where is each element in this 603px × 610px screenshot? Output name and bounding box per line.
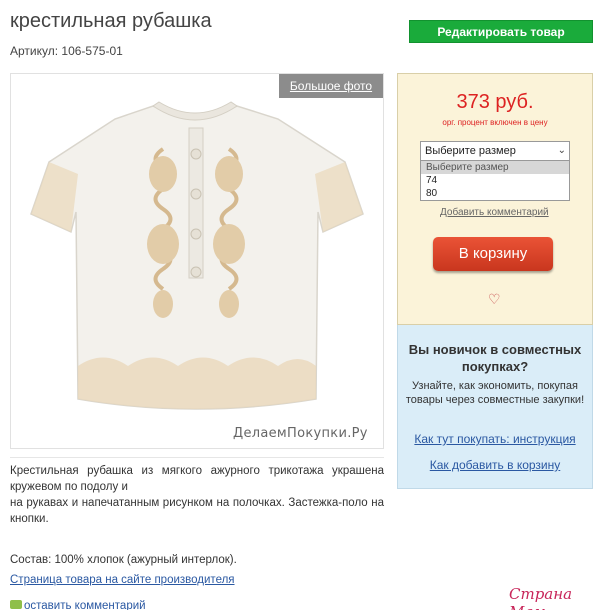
composition: Состав: 100% хлопок (ажурный интерлок).	[10, 554, 237, 566]
newbie-info-box: Вы новичок в совместных покупках? Узнайт…	[397, 325, 593, 489]
add-to-cart-help-link[interactable]: Как добавить в корзину	[398, 458, 592, 472]
size-select[interactable]: Выберите размер ⌄	[420, 141, 570, 161]
size-options-list: Выберите размер 74 80	[420, 161, 570, 201]
price-note: орг. процент включен в цену	[442, 118, 548, 127]
page-title: крестильная рубашка	[10, 10, 212, 32]
edit-product-button[interactable]: Редактировать товар	[409, 20, 593, 43]
size-select-value: Выберите размер	[425, 145, 516, 157]
leave-comment-link[interactable]: оставить комментарий	[10, 600, 146, 610]
price: 373 руб.	[456, 91, 534, 113]
price-box: 373 руб. орг. процент включен в цену Выб…	[397, 73, 593, 325]
size-option[interactable]: 80	[421, 187, 569, 200]
watermark: ДелаемПокупки.Ру	[233, 426, 368, 441]
product-photo[interactable]: Большое фото ДелаемПокупки.Ру	[10, 73, 384, 449]
newbie-text: Узнайте, как экономить, покупая товары ч…	[405, 380, 585, 406]
description-line: Крестильная рубашка из мягкого ажурного …	[10, 465, 384, 493]
heart-icon[interactable]: ♡	[488, 291, 501, 308]
add-to-cart-button[interactable]: В корзину	[433, 237, 553, 271]
maker-page-link[interactable]: Страница товара на сайте производителя	[10, 574, 235, 586]
article-number: Артикул: 106-575-01	[10, 44, 123, 58]
description-line: на рукавах и напечатанным рисунком на по…	[10, 497, 384, 525]
product-description: Крестильная рубашка из мягкого ажурного …	[10, 463, 384, 527]
chevron-down-icon[interactable]: ⌄	[558, 145, 566, 156]
site-logo: Страна Мам	[509, 585, 573, 610]
shirt-image	[30, 101, 364, 410]
newbie-title: Вы новичок в совместных покупках?	[408, 342, 582, 374]
leave-comment-label: оставить комментарий	[24, 600, 146, 610]
howto-link[interactable]: Как тут покупать: инструкция	[398, 432, 592, 446]
size-option[interactable]: Выберите размер	[421, 161, 569, 174]
divider	[10, 457, 384, 458]
add-comment-link[interactable]: Добавить комментарий	[440, 207, 549, 218]
size-option[interactable]: 74	[421, 174, 569, 187]
comment-icon	[10, 600, 22, 609]
